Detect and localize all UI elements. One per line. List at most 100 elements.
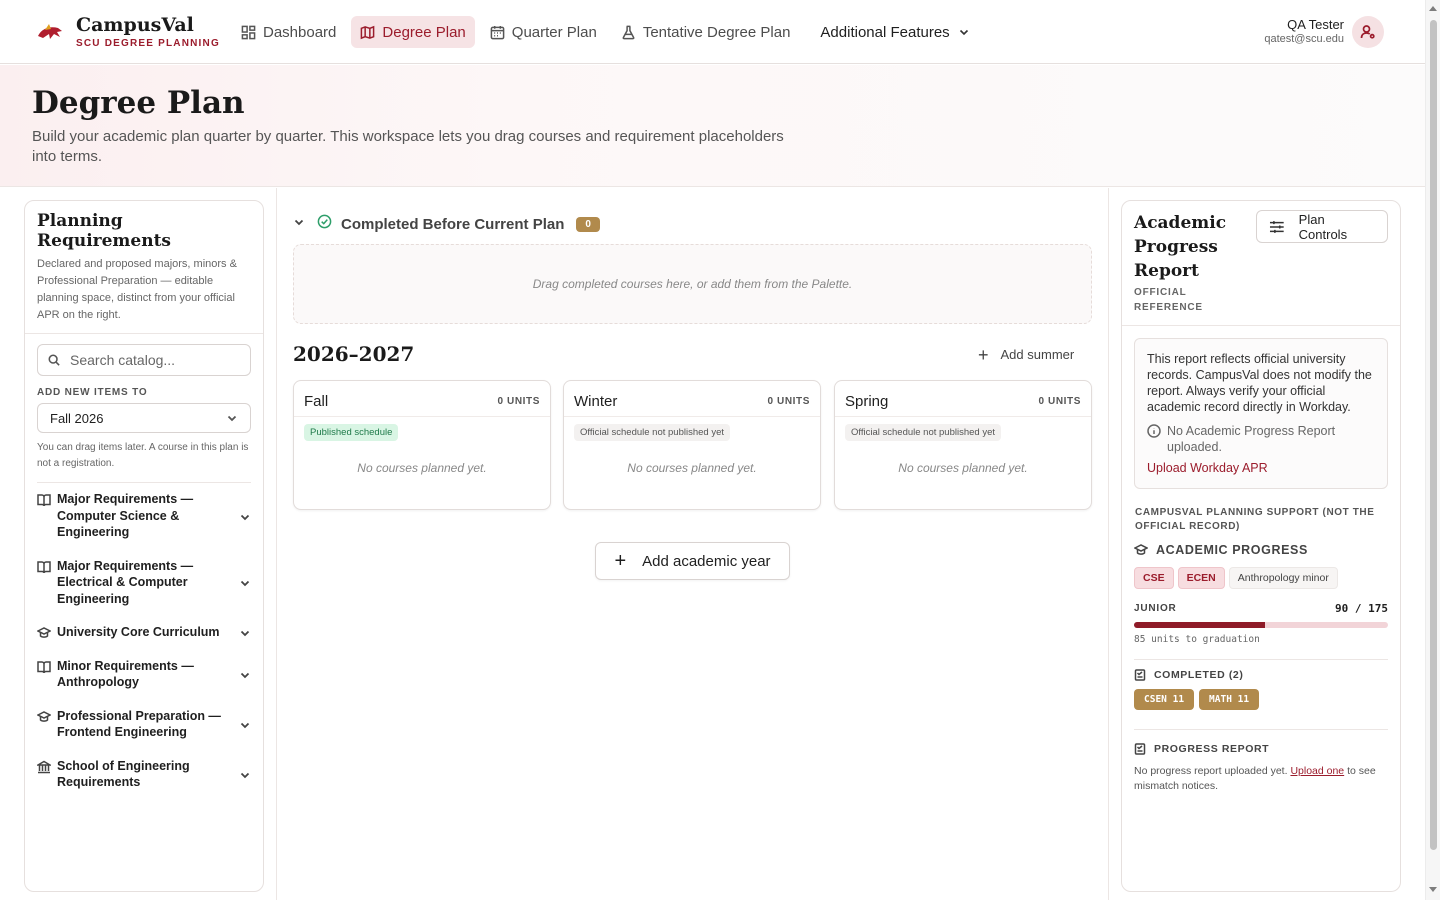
completed-section-toggle[interactable]: Completed Before Current Plan 0 [293,214,600,234]
requirement-item[interactable]: School of Engineering Requirements [35,758,251,791]
term-card-fall[interactable]: Fall 0 UNITS Published schedule No cours… [293,380,551,510]
divider [1134,659,1388,660]
brand[interactable]: CampusVal SCU DEGREE PLANNING [36,14,220,49]
program-chips: CSE ECEN Anthropology minor [1134,567,1338,589]
requirement-label: Major Requirements — Electrical & Comput… [57,558,194,606]
term-empty-text: No courses planned yet. [898,461,1028,475]
program-chip: CSE [1134,567,1174,589]
checklist-icon [1134,743,1146,755]
requirement-item[interactable]: University Core Curriculum [36,624,251,641]
chevron-down-icon [240,672,250,679]
upload-report-link[interactable]: Upload one [1290,765,1344,777]
nav-tentative-degree-plan[interactable]: Tentative Degree Plan [612,16,800,48]
term-card-spring[interactable]: Spring 0 UNITS Official schedule not pub… [834,380,1092,510]
term-units: 0 UNITS [497,396,540,407]
plus-icon: + [614,550,627,572]
book-icon [37,494,51,507]
chevron-down-icon [240,581,250,587]
course-chip[interactable]: MATH 11 [1199,689,1260,710]
nav-additional-features[interactable]: Additional Features [811,16,978,48]
drag-note: You can drag items later. A course in th… [37,440,251,483]
apr-title: Academic Progress Report [1134,213,1227,281]
term-card-winter[interactable]: Winter 0 UNITS Official schedule not pub… [563,380,821,510]
academic-progress-heading: ACADEMIC PROGRESS [1134,543,1308,557]
no-report-prefix: No progress report uploaded yet. [1134,765,1288,777]
requirement-label: Major Requirements — Computer Science & … [57,492,194,539]
academic-progress-label: ACADEMIC PROGRESS [1156,543,1308,557]
main-nav: Dashboard Degree Plan Quarter Plan Tenta… [232,16,979,48]
chevron-down-icon [227,415,237,422]
info-icon [1147,424,1161,438]
scroll-down-arrow[interactable] [1429,887,1437,892]
check-circle-icon [317,214,332,229]
units-progress-text: 90 / 175 [1335,602,1388,615]
page-title: Degree Plan [32,85,245,121]
completed-title: Completed Before Current Plan [341,215,565,233]
term-name: Spring [845,393,889,410]
apr-warning-text: No Academic Progress Report uploaded. [1167,424,1336,454]
top-nav-bar: CampusVal SCU DEGREE PLANNING Dashboard … [0,0,1425,64]
plan-controls-button[interactable]: Plan Controls [1256,210,1388,243]
apr-warning: No Academic Progress Report uploaded. [1147,423,1375,455]
add-summer-button[interactable]: + Add summer [978,344,1075,365]
academic-progress-report-panel: Academic Progress Report OFFICIAL REFERE… [1121,200,1401,892]
requirement-item[interactable]: Professional Preparation — Frontend Engi… [36,708,251,741]
add-academic-year-button[interactable]: + Add academic year [595,542,790,580]
page-description: Build your academic plan quarter by quar… [32,128,784,165]
term-select[interactable]: Fall 2026 [37,403,251,433]
completed-heading: COMPLETED (2) [1134,669,1243,681]
completed-dropzone[interactable]: Drag completed courses here, or add them… [293,244,1092,324]
panel-header: Planning Requirements Declared and propo… [25,201,263,334]
completed-count-badge: 0 [576,216,600,232]
building-icon [35,760,53,773]
chevron-down-icon [240,514,250,521]
user-avatar[interactable] [1352,16,1384,48]
user-settings-icon [1360,25,1375,39]
graduation-cap-icon [36,710,52,722]
scroll-thumb[interactable] [1430,20,1437,850]
nav-additional-label: Additional Features [820,23,950,41]
add-year-label: Add academic year [642,552,771,570]
catalog-search[interactable] [37,344,251,376]
requirement-item[interactable]: Major Requirements — Electrical & Comput… [37,558,251,608]
plus-icon: + [978,344,989,365]
program-chip: Anthropology minor [1228,567,1338,589]
nav-quarter-plan[interactable]: Quarter Plan [481,16,606,48]
add-summer-label: Add summer [1000,347,1075,362]
requirements-list: Major Requirements — Computer Science & … [25,483,263,791]
search-input[interactable] [70,352,240,368]
units-to-graduation: 85 units to graduation [1134,634,1260,645]
requirement-item[interactable]: Minor Requirements — Anthropology [37,658,251,691]
program-chip: ECEN [1177,567,1225,589]
nav-tentative-label: Tentative Degree Plan [642,23,791,41]
search-icon [48,354,60,366]
completed-courses: CSEN 11 MATH 11 [1134,689,1260,710]
upload-apr-link[interactable]: Upload Workday APR [1147,461,1375,475]
requirement-label: Minor Requirements — Anthropology [57,658,194,690]
page-scrollbar[interactable] [1425,0,1440,900]
chevron-down-icon [240,631,250,637]
grid-icon [241,25,256,39]
nav-degree-plan[interactable]: Degree Plan [351,16,475,48]
term-name: Fall [304,393,329,410]
term-empty-text: No courses planned yet. [357,461,487,475]
nav-dashboard[interactable]: Dashboard [232,16,345,48]
progress-report-label: PROGRESS REPORT [1154,743,1270,755]
scroll-up-arrow[interactable] [1429,6,1437,11]
term-select-value: Fall 2026 [50,410,104,426]
course-chip[interactable]: CSEN 11 [1134,689,1195,710]
nav-degree-plan-label: Degree Plan [382,23,466,41]
class-level: JUNIOR [1134,603,1177,614]
chevron-down-icon [294,219,304,226]
requirement-label: Professional Preparation — Frontend Engi… [57,708,221,740]
sliders-icon [1269,220,1284,233]
completed-label: COMPLETED (2) [1154,669,1244,681]
units-progress-bar [1134,622,1388,628]
schedule-status-badge: Published schedule [304,424,399,441]
chevron-down-icon [240,772,250,779]
requirement-item[interactable]: Major Requirements — Computer Science & … [37,491,251,541]
graduation-cap-icon [36,627,52,638]
brand-name: CampusVal [76,14,194,36]
nav-quarter-plan-label: Quarter Plan [511,23,597,41]
graduation-cap-icon [1134,544,1148,555]
